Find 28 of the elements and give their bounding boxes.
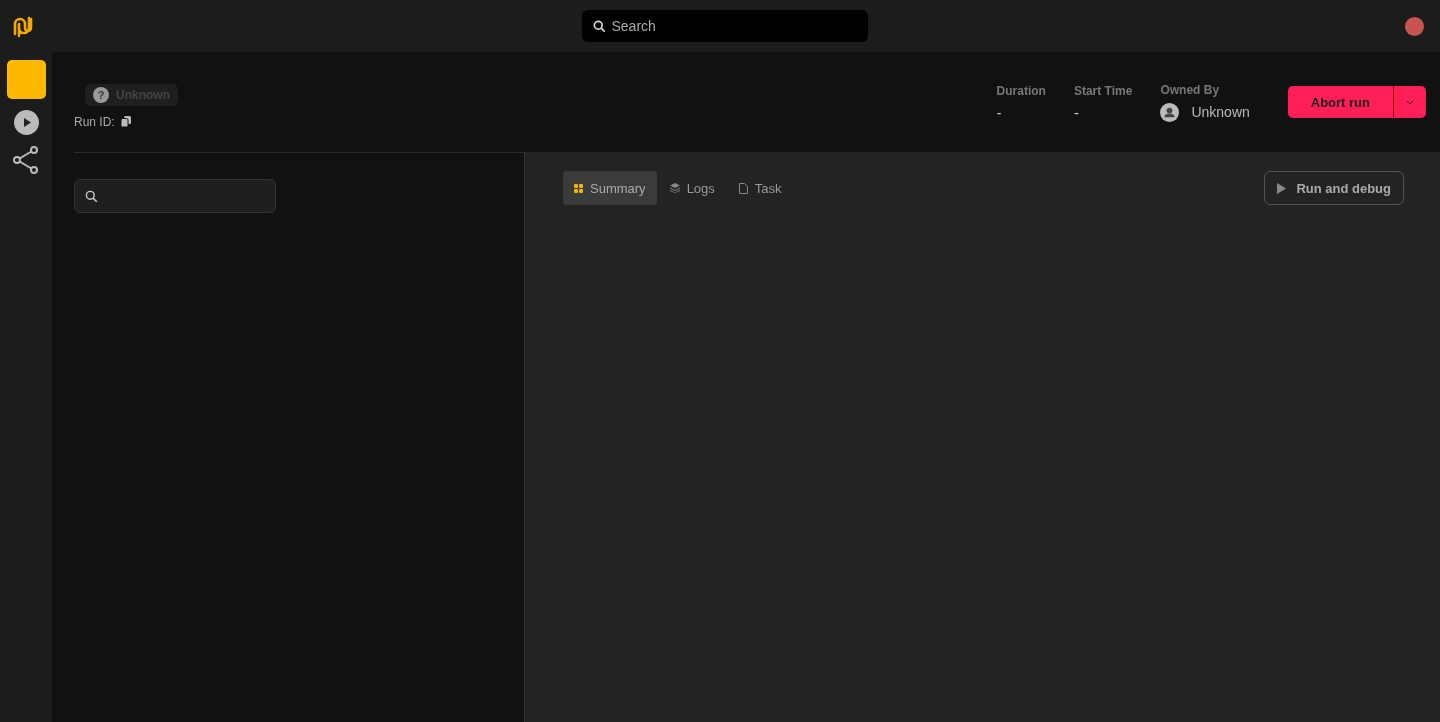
search-icon (85, 189, 98, 203)
layers-icon (669, 183, 680, 193)
search-icon (592, 20, 606, 33)
abort-run-button[interactable]: Abort run (1287, 86, 1393, 118)
stat-value: - (1073, 103, 1080, 121)
file-icon (738, 182, 748, 194)
avatar[interactable] (1405, 16, 1424, 36)
tab[interactable]: Logs (658, 171, 726, 205)
share-icon (13, 146, 39, 174)
play-icon (1277, 182, 1287, 194)
question-icon: ? (93, 86, 109, 103)
search-field[interactable]: Search (581, 10, 868, 42)
grid-icon (574, 183, 583, 193)
run-id-label: Run ID: (74, 114, 115, 129)
user-icon (1160, 102, 1180, 122)
search-field[interactable] (74, 179, 276, 213)
tab[interactable]: Summary (563, 171, 657, 205)
copy-icon[interactable] (120, 116, 131, 127)
caret-icon (1406, 99, 1414, 105)
nav-item[interactable] (6, 60, 46, 99)
run-and-debug-button[interactable]: Run and debug (1264, 171, 1404, 205)
tab[interactable]: Task (727, 171, 793, 205)
stat-label: Duration (996, 83, 1046, 98)
stat-value: - (996, 103, 1003, 121)
play-icon (13, 109, 39, 135)
owner-name: Unknown (1191, 104, 1250, 120)
stat-label: Start Time (1073, 83, 1133, 98)
stat-label: Owned By (1160, 82, 1221, 97)
